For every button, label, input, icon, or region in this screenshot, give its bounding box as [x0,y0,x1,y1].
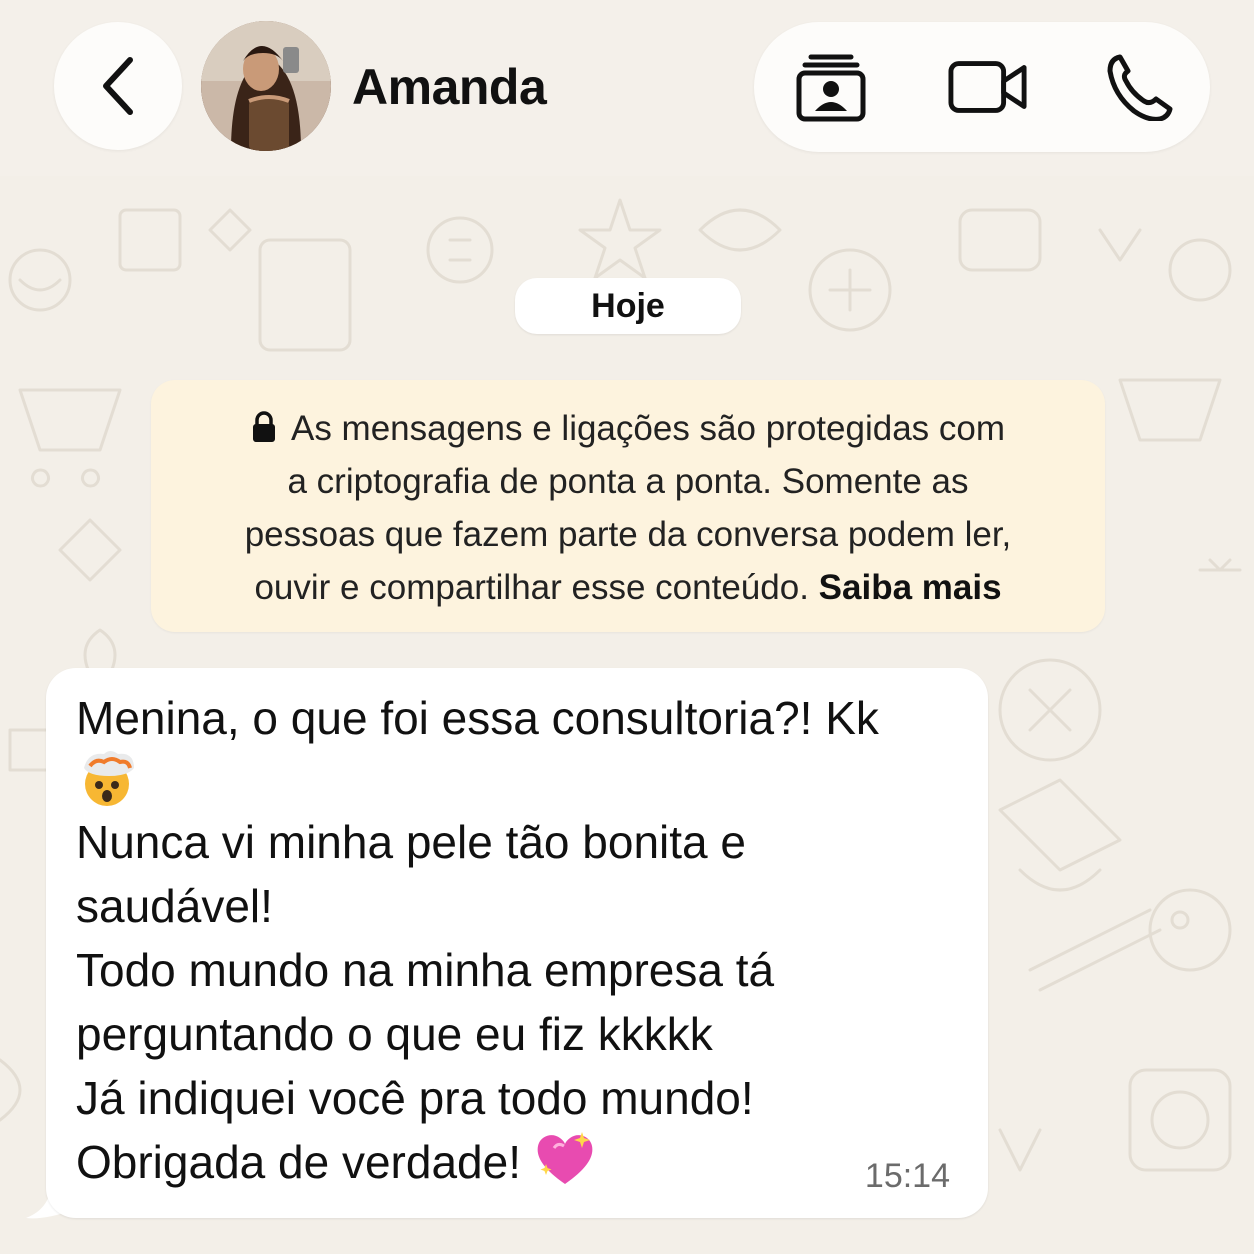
message-line: Todo mundo na minha empresa tá [76,944,775,996]
date-separator: Hoje [515,278,741,334]
exploding-head-emoji [84,751,134,806]
encryption-notice[interactable]: As mensagens e ligações são protegidas c… [151,380,1105,632]
message-timestamp: 15:14 [864,1157,950,1195]
header-actions [754,22,1210,152]
contact-card-button[interactable] [791,52,871,122]
chat-header: Amanda [0,0,1254,176]
voice-call-button[interactable] [1100,52,1180,122]
learn-more-link[interactable]: Saiba mais [819,568,1002,607]
message-line-last: Obrigada de verdade! [76,1130,958,1194]
message-line: Menina, o que foi essa consultoria?! Kk [76,692,879,744]
encryption-notice-line-3: pessoas que fazem parte da conversa pode… [244,515,1012,554]
message-line: saudável! [76,880,273,932]
avatar[interactable] [201,21,331,151]
avatar-photo [201,21,331,151]
contact-name[interactable]: Amanda [352,58,547,116]
sparkling-heart-emoji [537,1132,593,1184]
message-line: Já indiquei você pra todo mundo! [76,1072,754,1124]
message-line-emoji [76,750,958,810]
video-call-button[interactable] [948,52,1028,122]
voice-call-icon [1107,54,1173,121]
message-line: Nunca vi minha pele tão bonita e [76,816,746,868]
contact-card-icon [796,54,866,122]
message-line: perguntando o que eu fiz kkkkk [76,1008,713,1060]
lock-icon [252,411,275,442]
chevron-left-icon [103,57,133,115]
back-button[interactable] [54,22,182,150]
video-call-icon [948,61,1027,113]
incoming-message[interactable]: Menina, o que foi essa consultoria?! Kk … [46,668,988,1218]
encryption-notice-line-1: As mensagens e ligações são protegidas c… [181,402,1075,455]
encryption-notice-line-2: a criptografia de ponta a ponta. Somente… [287,462,969,501]
encryption-notice-line-4: ouvir e compartilhar esse conteúdo. Saib… [254,568,1002,607]
